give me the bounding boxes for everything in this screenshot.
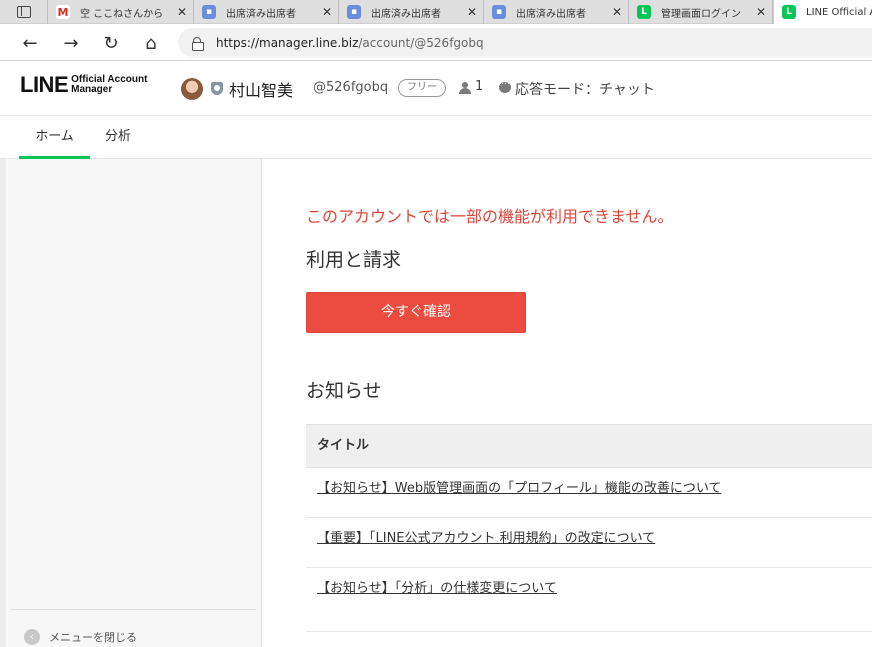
- main-tab-nav: ホーム 分析: [0, 116, 872, 159]
- browser-tab-line-manager[interactable]: L LINE Official A: [773, 0, 872, 24]
- collapse-menu-button[interactable]: ‹ メニューを閉じる: [24, 628, 137, 646]
- browser-tab-zoom-2[interactable]: ▪ 出席済み出席者 ✕: [339, 0, 484, 24]
- sidebar-divider: [10, 609, 256, 610]
- collapse-menu-label: メニューを閉じる: [49, 631, 137, 644]
- news-table: タイトル 【お知らせ】Web版管理画面の「プロフィール」機能の改善について 【重…: [306, 424, 872, 632]
- tab-title: 出席済み出席者: [371, 8, 441, 20]
- friends-icon: [459, 82, 472, 94]
- zoom-icon: ▪: [202, 5, 216, 19]
- zoom-icon: ▪: [347, 5, 361, 19]
- close-icon[interactable]: ✕: [612, 5, 622, 19]
- sidebar: ‹ メニューを閉じる: [0, 159, 262, 647]
- line-icon: L: [782, 5, 796, 19]
- tab-title: 管理画面ログイン: [661, 8, 741, 20]
- response-mode-label[interactable]: 応答モード：チャット: [515, 79, 655, 99]
- news-heading: お知らせ: [306, 380, 382, 402]
- reload-icon[interactable]: ↻: [100, 32, 122, 54]
- zoom-icon: ▪: [492, 5, 506, 19]
- browser-tab-gmail[interactable]: M 空 ここねさんから ✕: [48, 0, 194, 24]
- table-row: 【重要】「LINE公式アカウント 利用規約」の改定について: [306, 518, 872, 568]
- account-name[interactable]: 村山智美: [229, 77, 293, 101]
- check-now-button[interactable]: 今すぐ確認: [306, 292, 526, 333]
- main-content: このアカウントでは一部の機能が利用できません。 利用と請求 今すぐ確認 お知らせ…: [263, 159, 872, 647]
- browser-tab-line-login[interactable]: L 管理画面ログイン ✕: [629, 0, 773, 24]
- tab-title: 空 ここねさんから: [80, 8, 164, 20]
- url-path: /account/@526fgobq: [358, 35, 484, 50]
- news-link[interactable]: 【お知らせ】Web版管理画面の「プロフィール」機能の改善について: [317, 481, 721, 496]
- browser-tab-zoom-1[interactable]: ▪ 出席済み出席者 ✕: [194, 0, 339, 24]
- account-id: @526fgobq: [313, 80, 389, 95]
- home-icon[interactable]: ⌂: [140, 32, 162, 54]
- lock-icon: [192, 36, 204, 51]
- line-icon: L: [637, 5, 651, 19]
- tab-actions-button[interactable]: [0, 0, 48, 24]
- browser-tab-zoom-3[interactable]: ▪ 出席済み出席者 ✕: [484, 0, 629, 24]
- sidebar-edge: [0, 159, 6, 647]
- close-icon[interactable]: ✕: [322, 5, 332, 19]
- gmail-icon: M: [56, 5, 70, 19]
- table-header-title: タイトル: [306, 424, 872, 468]
- logo-subtitle: Official Account Manager: [71, 74, 148, 95]
- chevron-left-icon: ‹: [24, 629, 40, 645]
- avatar[interactable]: [181, 78, 203, 100]
- line-oa-manager-logo[interactable]: LINE Official Account Manager: [20, 74, 147, 96]
- table-row: 【お知らせ】「分析」の仕様変更について: [306, 568, 872, 632]
- chat-icon: [499, 77, 511, 93]
- url-host: https://manager.line.biz: [216, 35, 359, 50]
- close-icon[interactable]: ✕: [756, 5, 766, 19]
- plan-badge: フリー: [398, 79, 446, 97]
- tab-title: 出席済み出席者: [226, 8, 296, 20]
- friends-count: 1: [475, 79, 484, 94]
- address-bar[interactable]: https://manager.line.biz/account/@526fgo…: [178, 28, 872, 57]
- logo-wordmark: LINE: [20, 72, 69, 97]
- tab-title: LINE Official A: [806, 6, 872, 18]
- news-link[interactable]: 【お知らせ】「分析」の仕様変更について: [317, 581, 557, 596]
- tab-analysis[interactable]: 分析: [97, 116, 139, 159]
- back-arrow-icon[interactable]: ←: [19, 32, 41, 54]
- tab-actions-icon: [16, 6, 31, 18]
- browser-tab-strip: M 空 ここねさんから ✕ ▪ 出席済み出席者 ✕ ▪ 出席済み出席者 ✕ ▪ …: [0, 0, 872, 24]
- feature-limit-warning: このアカウントでは一部の機能が利用できません。: [306, 207, 674, 226]
- forward-arrow-icon[interactable]: →: [60, 32, 82, 54]
- tab-title: 出席済み出席者: [516, 8, 586, 20]
- news-link[interactable]: 【重要】「LINE公式アカウント 利用規約」の改定について: [317, 531, 655, 546]
- table-row: 【お知らせ】Web版管理画面の「プロフィール」機能の改善について: [306, 468, 872, 518]
- browser-toolbar: ← → ↻ ⌂ https://manager.line.biz/account…: [0, 24, 872, 61]
- billing-heading: 利用と請求: [306, 249, 402, 271]
- close-icon[interactable]: ✕: [467, 5, 477, 19]
- app-header: LINE Official Account Manager 村山智美 @526f…: [0, 61, 872, 116]
- shield-icon: [211, 82, 223, 95]
- close-icon[interactable]: ✕: [177, 5, 187, 19]
- tab-home[interactable]: ホーム: [19, 116, 90, 159]
